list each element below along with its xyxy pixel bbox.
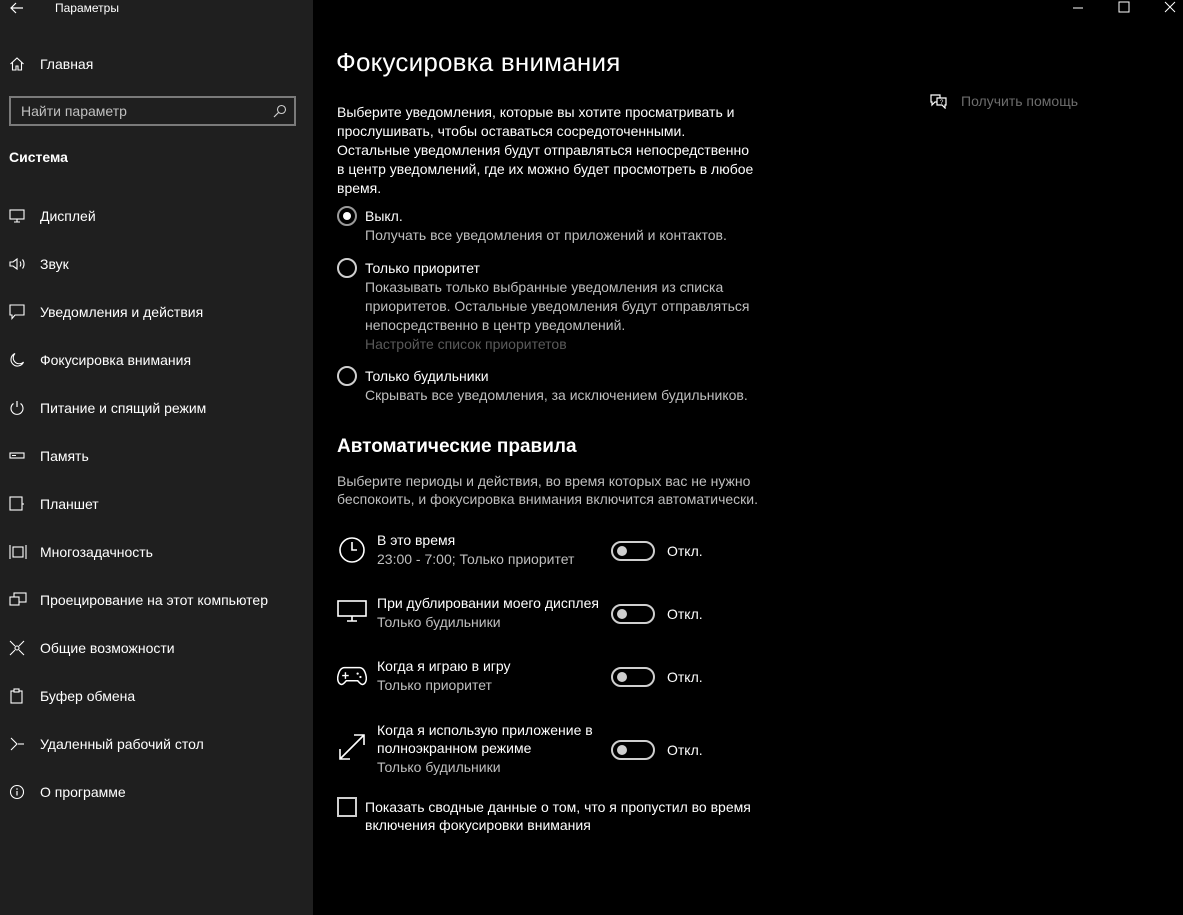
sidebar-item-display[interactable]: Дисплей xyxy=(0,192,313,240)
projection-icon xyxy=(0,592,40,608)
option-priority-only: Только приоритет Показывать только выбра… xyxy=(337,258,765,354)
search-input[interactable] xyxy=(11,98,266,124)
home-icon xyxy=(0,56,40,72)
search-icon[interactable] xyxy=(266,104,294,118)
toggle-state: Откл. xyxy=(667,742,703,758)
rule-sub: 23:00 - 7:00; Только приоритет xyxy=(377,551,575,567)
info-icon xyxy=(0,784,40,800)
radio-alarms-only[interactable] xyxy=(337,366,357,386)
sidebar-item-clipboard[interactable]: Буфер обмена xyxy=(0,672,313,720)
rule-title: Когда я использую приложение в полноэкра… xyxy=(377,722,593,756)
option-desc: Показывать только выбранные уведомления … xyxy=(365,279,750,333)
sidebar-nav: Дисплей Звук Уведомления и действия Фоку… xyxy=(0,192,313,816)
search-box xyxy=(9,96,296,126)
sidebar-item-label: О программе xyxy=(40,784,126,800)
sidebar-item-home[interactable]: Главная xyxy=(0,50,313,78)
power-icon xyxy=(0,400,40,416)
get-help-link[interactable]: ? Получить помощь xyxy=(929,93,1078,109)
sidebar-item-multitasking[interactable]: Многозадачность xyxy=(0,528,313,576)
rules-desc: Выберите периоды и действия, во время ко… xyxy=(337,473,759,507)
sidebar-item-about[interactable]: О программе xyxy=(0,768,313,816)
sidebar-item-tablet[interactable]: Планшет xyxy=(0,480,313,528)
sidebar-item-label: Планшет xyxy=(40,496,99,512)
rule-title: При дублировании моего дисплея xyxy=(377,595,599,611)
sidebar-item-shared[interactable]: Общие возможности xyxy=(0,624,313,672)
remote-desktop-icon xyxy=(0,736,40,752)
sidebar-item-home-label: Главная xyxy=(40,56,94,72)
option-desc: Получать все уведомления от приложений и… xyxy=(365,227,727,243)
toggle-state: Откл. xyxy=(667,606,703,622)
rule-display-toggle[interactable] xyxy=(611,604,655,624)
sidebar-item-label: Фокусировка внимания xyxy=(40,352,192,368)
radio-off[interactable] xyxy=(337,206,357,226)
fullscreen-icon xyxy=(337,732,367,762)
option-title: Только приоритет xyxy=(365,260,480,276)
sidebar-item-notifications[interactable]: Уведомления и действия xyxy=(0,288,313,336)
monitor-icon xyxy=(337,596,367,626)
rule-sub: Только приоритет xyxy=(377,677,492,693)
back-arrow-icon xyxy=(10,2,23,14)
rule-sub: Только будильники xyxy=(377,614,501,630)
help-chat-icon: ? xyxy=(930,94,947,109)
rules-title: Автоматические правила xyxy=(337,436,577,457)
summary-option: Показать сводные данные о том, что я про… xyxy=(337,797,765,834)
radio-priority-only[interactable] xyxy=(337,258,357,278)
notification-icon xyxy=(0,304,40,320)
rule-title: В это время xyxy=(377,532,456,548)
toggle-state: Откл. xyxy=(667,543,703,559)
clipboard-icon xyxy=(0,688,40,704)
intro-text: Выберите уведомления, которые вы хотите … xyxy=(337,104,754,196)
storage-icon xyxy=(0,451,40,461)
sidebar-item-sound[interactable]: Звук xyxy=(0,240,313,288)
sidebar-item-label: Проецирование на этот компьютер xyxy=(40,592,268,608)
sidebar-item-label: Уведомления и действия xyxy=(40,304,204,320)
option-desc: Скрывать все уведомления, за исключением… xyxy=(365,387,748,403)
priority-list-link[interactable]: Настройте список приоритетов xyxy=(365,335,765,354)
gamepad-icon xyxy=(337,661,367,691)
multitasking-icon xyxy=(0,544,40,560)
rule-sub: Только будильники xyxy=(377,759,501,775)
summary-label: Показать сводные данные о том, что я про… xyxy=(365,799,751,833)
main-content: Фокусировка внимания Выберите уведомлени… xyxy=(313,0,1183,915)
rule-time-toggle[interactable] xyxy=(611,541,655,561)
sidebar-item-label: Звук xyxy=(40,256,69,272)
back-button[interactable] xyxy=(8,0,26,16)
sidebar-item-projection[interactable]: Проецирование на этот компьютер xyxy=(0,576,313,624)
tablet-icon xyxy=(0,496,40,512)
clock-icon xyxy=(337,535,367,565)
summary-checkbox[interactable] xyxy=(337,797,357,817)
speaker-icon xyxy=(0,257,40,271)
app-title: Параметры xyxy=(55,1,119,15)
sidebar-item-label: Многозадачность xyxy=(40,544,153,560)
sidebar-item-label: Удаленный рабочий стол xyxy=(40,736,204,752)
sidebar-item-label: Память xyxy=(40,448,89,464)
sidebar: Параметры Главная Система Дисплей Звук У… xyxy=(0,0,313,915)
option-title: Только будильники xyxy=(365,368,489,384)
toggle-state: Откл. xyxy=(667,669,703,685)
sidebar-item-label: Дисплей xyxy=(40,208,96,224)
display-icon xyxy=(0,209,40,223)
rule-gaming-toggle[interactable] xyxy=(611,667,655,687)
option-alarms-only: Только будильники Скрывать все уведомлен… xyxy=(337,366,765,405)
shared-experiences-icon xyxy=(0,640,40,656)
option-title: Выкл. xyxy=(365,208,403,224)
sidebar-item-remote-desktop[interactable]: Удаленный рабочий стол xyxy=(0,720,313,768)
moon-icon xyxy=(0,352,40,368)
section-title: Система xyxy=(9,149,68,165)
sidebar-item-storage[interactable]: Память xyxy=(0,432,313,480)
option-off: Выкл. Получать все уведомления от прилож… xyxy=(337,206,765,245)
rule-fullscreen-toggle[interactable] xyxy=(611,740,655,760)
sidebar-item-label: Питание и спящий режим xyxy=(40,400,207,416)
page-title: Фокусировка внимания xyxy=(336,47,621,77)
sidebar-item-focus-assist[interactable]: Фокусировка внимания xyxy=(0,336,313,384)
get-help-label: Получить помощь xyxy=(961,93,1079,109)
sidebar-item-power[interactable]: Питание и спящий режим xyxy=(0,384,313,432)
sidebar-item-label: Буфер обмена xyxy=(40,688,136,704)
rule-title: Когда я играю в игру xyxy=(377,658,511,674)
sidebar-item-label: Общие возможности xyxy=(40,640,175,656)
